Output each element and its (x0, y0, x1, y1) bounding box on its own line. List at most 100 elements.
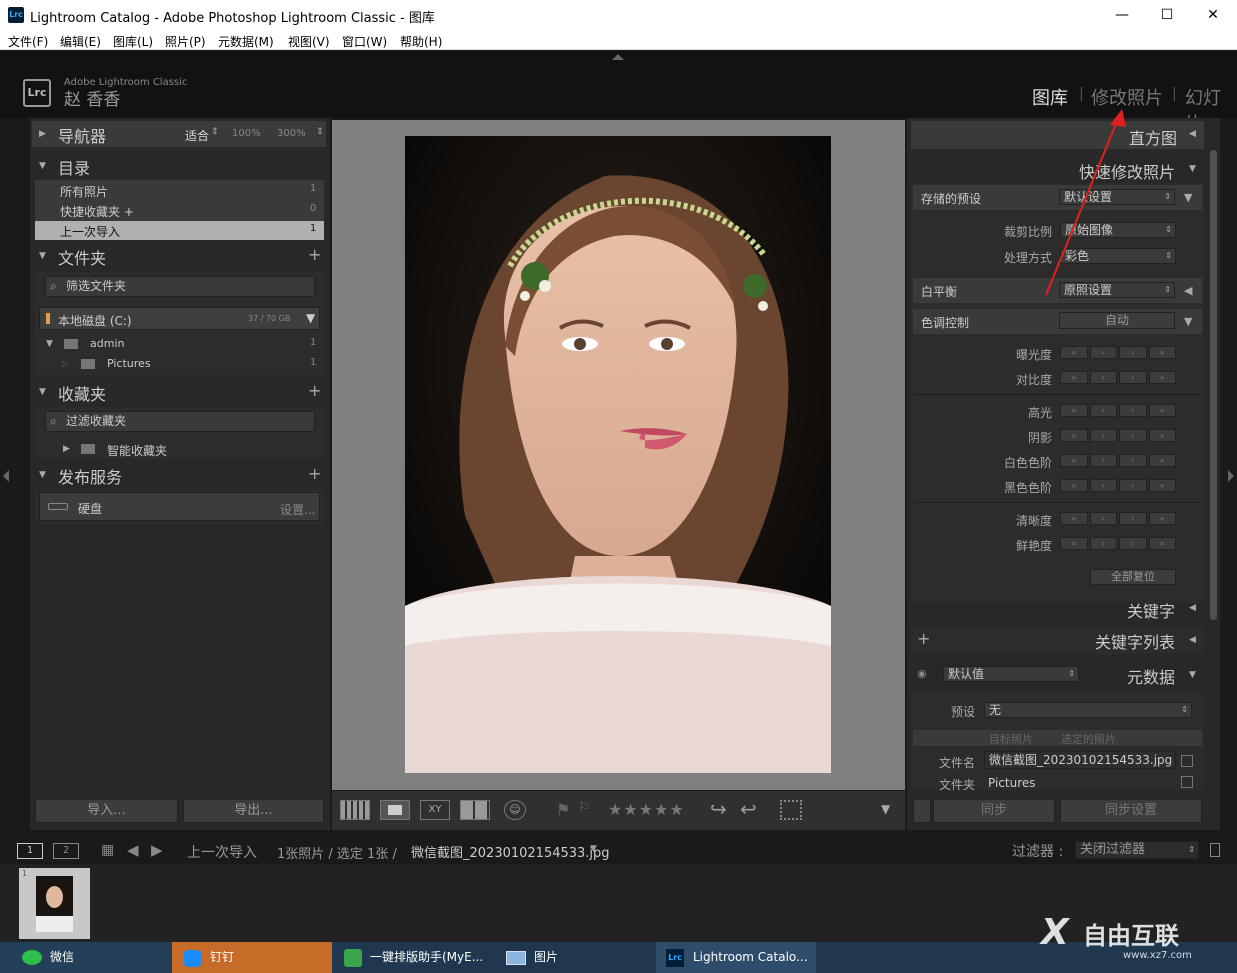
smart-collection-item[interactable]: ▶ 智能收藏夹 (35, 440, 324, 459)
rotate-right-icon[interactable]: ↩ (740, 797, 757, 821)
menu-view[interactable]: 视图(V) (288, 33, 330, 50)
collapse-left-icon[interactable] (3, 470, 9, 482)
auto-tone-button[interactable]: 自动 (1059, 312, 1175, 329)
rename-icon[interactable] (1181, 755, 1193, 767)
main-photo[interactable] (405, 136, 831, 773)
goto-folder-icon[interactable] (1181, 776, 1193, 788)
menu-edit[interactable]: 编辑(E) (60, 33, 101, 50)
metadata-view-select[interactable]: 默认值 ⇕ (943, 666, 1079, 682)
folder-item[interactable]: ▼ admin 1 (35, 334, 324, 354)
rotate-left-icon[interactable]: ↪ (710, 797, 727, 821)
sync-toggle[interactable] (913, 799, 931, 823)
secondary-window-button[interactable]: 2 (53, 843, 79, 859)
zoom-100[interactable]: 100% (232, 128, 261, 139)
navigator-header[interactable]: ▶ 导航器 适合 ⇕ 100% 300% ⇕ (32, 121, 326, 147)
menu-metadata[interactable]: 元数据(M) (218, 33, 274, 50)
menu-help[interactable]: 帮助(H) (400, 33, 442, 50)
keywording-header[interactable]: 关键字 ◀ (911, 596, 1204, 622)
filmstrip-thumbnail[interactable]: 1 (19, 868, 90, 939)
add-folder-icon[interactable]: + (308, 245, 321, 264)
taskbar-dingtalk[interactable]: 钉钉 (172, 942, 332, 973)
exposure-adjust[interactable]: «‹ ›» (1060, 346, 1176, 359)
triangle-down-icon[interactable]: ▼ (1189, 670, 1196, 680)
reset-all-button[interactable]: 全部复位 (1090, 569, 1176, 585)
zoom-300[interactable]: 300% (277, 128, 306, 139)
star-rating[interactable]: ★★★★★ (608, 800, 685, 819)
toolbar-menu-icon[interactable]: ▼ (881, 802, 890, 816)
menu-window[interactable]: 窗口(W) (342, 33, 387, 50)
list-item[interactable]: 快捷收藏夹 + 0 (35, 200, 324, 220)
triangle-down-icon[interactable]: ▼ (1184, 315, 1192, 328)
filter-select[interactable]: 关闭过滤器 ⇕ (1075, 841, 1199, 859)
sync-button[interactable]: 同步 (933, 799, 1055, 823)
back-arrow-icon[interactable]: ◀ (127, 841, 139, 859)
volume-bar[interactable]: 本地磁盘 (C:) 37 / 70 GB ▼ (39, 307, 320, 330)
hard-drive-service[interactable]: 硬盘 设置... (39, 492, 320, 521)
add-publish-icon[interactable]: + (308, 464, 321, 483)
metadata-preset-select[interactable]: 无 ⇕ (984, 702, 1192, 718)
folder-item[interactable]: ▷ Pictures 1 (35, 354, 324, 374)
target-toggle[interactable]: 目标照片 选定的照片 (913, 730, 1202, 746)
menu-library[interactable]: 图库(L) (113, 33, 153, 50)
add-keyword-icon[interactable]: + (917, 629, 930, 648)
grid-view-icon[interactable] (340, 800, 370, 820)
triangle-down-icon: ▼ (39, 387, 46, 397)
flag-icon[interactable]: ⚑ (556, 800, 570, 819)
taskbar-lightroom[interactable]: Lrc Lightroom Catalo... (656, 942, 816, 973)
publish-title: 发布服务 (58, 468, 123, 487)
whites-adjust[interactable]: «‹ ›» (1060, 454, 1176, 467)
tone-control-row: 色调控制 自动 ▼ (913, 309, 1202, 334)
catalog-header[interactable]: ▼ 目录 (32, 154, 326, 178)
forward-arrow-icon[interactable]: ▶ (151, 841, 163, 859)
zoom-fit[interactable]: 适合 (185, 127, 209, 144)
collections-header[interactable]: ▼ 收藏夹 + (32, 380, 326, 404)
compare-view-icon[interactable]: XY (420, 800, 450, 820)
reject-flag-icon[interactable]: ⚐ (578, 800, 591, 816)
eye-icon[interactable]: ◉ (917, 667, 927, 680)
add-collection-icon[interactable]: + (308, 381, 321, 400)
clarity-adjust[interactable]: «‹ ›» (1060, 512, 1176, 525)
triangle-left-icon[interactable]: ◀ (1184, 284, 1192, 297)
list-item[interactable]: 所有照片 1 (35, 180, 324, 200)
crop-overlay-icon[interactable] (780, 800, 802, 820)
menu-photo[interactable]: 照片(P) (165, 33, 206, 50)
shadows-adjust[interactable]: «‹ ›» (1060, 429, 1176, 442)
collapse-top-icon[interactable] (612, 54, 624, 60)
maximize-button[interactable]: ☐ (1147, 4, 1187, 26)
filename-field[interactable]: 微信截图_20230102154533.jpg (984, 751, 1176, 769)
keyword-list-header[interactable]: + 关键字列表 ◀ (911, 626, 1204, 654)
taskbar-myeditor[interactable]: 一键排版助手(MyE... (332, 942, 492, 973)
close-button[interactable]: ✕ (1193, 4, 1233, 26)
minimize-button[interactable]: — (1102, 4, 1142, 26)
taskbar-photos[interactable]: 图片 (492, 942, 654, 973)
triangle-down-icon: ▼ (39, 161, 46, 171)
filter-folders-input[interactable]: ⌕ 筛选文件夹 (45, 276, 315, 297)
contrast-adjust[interactable]: «‹ ›» (1060, 371, 1176, 384)
folders-header[interactable]: ▼ 文件夹 + (32, 244, 326, 268)
right-scrollbar[interactable] (1210, 150, 1217, 620)
import-button[interactable]: 导入... (35, 799, 178, 823)
setup-link[interactable]: 设置... (280, 501, 315, 518)
list-item-selected[interactable]: 上一次导入 1 (35, 221, 324, 240)
blacks-adjust[interactable]: «‹ ›» (1060, 479, 1176, 492)
lrc-icon: Lrc (666, 949, 684, 967)
filter-collections-input[interactable]: ⌕ 过滤收藏夹 (45, 411, 315, 432)
publish-header[interactable]: ▼ 发布服务 + (32, 463, 326, 487)
menu-file[interactable]: 文件(F) (8, 33, 48, 50)
vibrance-adjust[interactable]: «‹ ›» (1060, 537, 1176, 550)
export-button[interactable]: 导出... (183, 799, 324, 823)
source-label[interactable]: 上一次导入 (187, 842, 257, 862)
grid-icon[interactable]: ▦ (101, 842, 114, 858)
primary-window-button[interactable]: 1 (17, 843, 43, 859)
survey-view-icon[interactable] (460, 800, 490, 820)
triangle-down-icon[interactable]: ▼ (1184, 191, 1192, 204)
chevron-down-icon[interactable]: ▼ (590, 844, 597, 854)
taskbar-wechat[interactable]: 微信 (0, 942, 172, 973)
app-icon: Lrc (8, 7, 24, 23)
loupe-view-icon[interactable] (380, 800, 410, 820)
collapse-right-icon[interactable] (1228, 470, 1234, 482)
highlights-adjust[interactable]: «‹ ›» (1060, 404, 1176, 417)
people-view-icon[interactable]: ☺ (504, 800, 526, 820)
sync-settings-button[interactable]: 同步设置 (1060, 799, 1202, 823)
filter-lock-icon[interactable] (1210, 843, 1220, 857)
